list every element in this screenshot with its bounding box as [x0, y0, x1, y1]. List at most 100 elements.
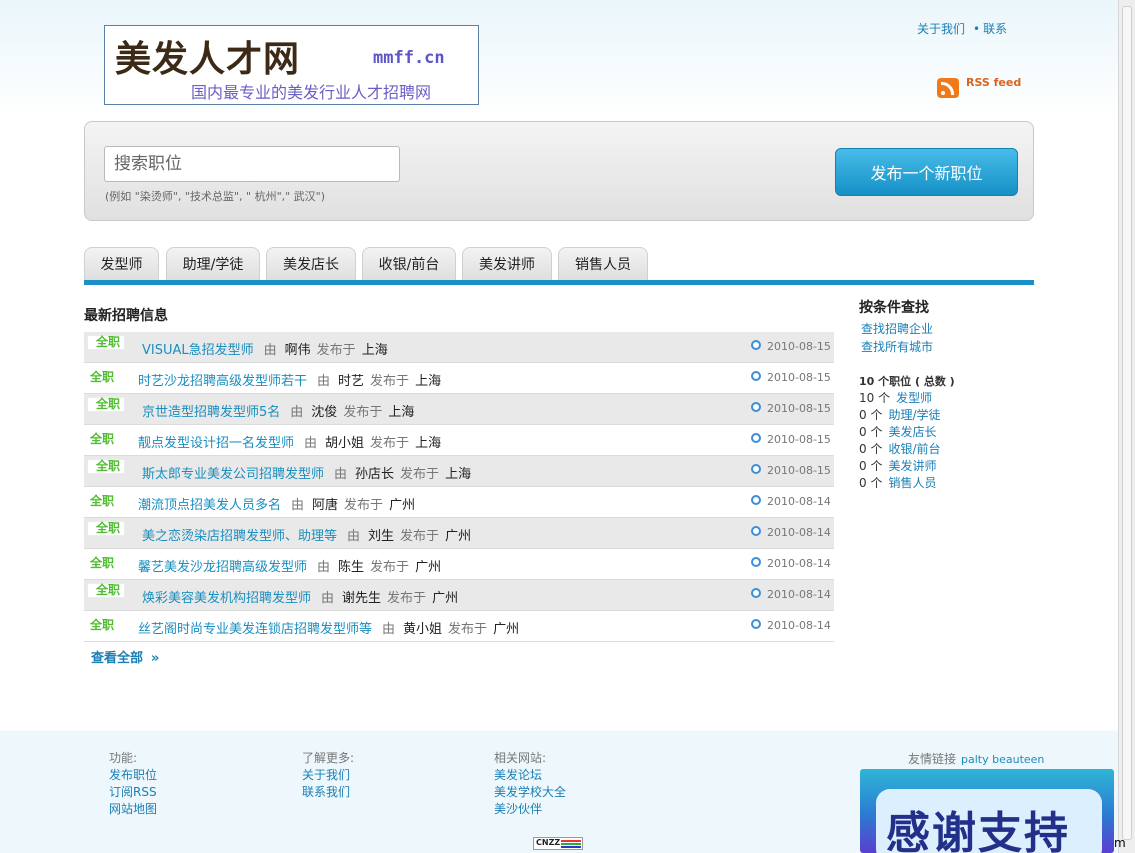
- job-date: 2010-08-14: [767, 526, 831, 539]
- tab-sales[interactable]: 销售人员: [558, 247, 648, 281]
- job-line: VISUAL急招发型师由啊伟 发布于 上海: [142, 339, 388, 358]
- job-type-badge: 全职: [90, 618, 115, 632]
- job-title-link[interactable]: 京世造型招聘发型师5名: [142, 405, 280, 420]
- job-type-badge: 全职: [88, 398, 125, 411]
- job-type-badge: 全职: [90, 556, 115, 570]
- job-company: 时艺: [338, 374, 365, 389]
- job-line: 时艺沙龙招聘高级发型师若干由时艺 发布于 上海: [138, 370, 441, 389]
- posted-label: 发布于: [370, 436, 410, 451]
- footer-link-contact[interactable]: 联系我们: [302, 784, 354, 801]
- job-city: 广州: [445, 529, 472, 544]
- posted-label: 发布于: [448, 622, 488, 637]
- vertical-scrollbar[interactable]: [1118, 0, 1135, 853]
- job-title-link[interactable]: 潮流顶点招美发人员多名: [138, 498, 281, 513]
- footer-link-rss[interactable]: 订阅RSS: [109, 784, 157, 801]
- view-all-arrow: »: [151, 651, 160, 666]
- by-label: 由: [317, 560, 331, 575]
- by-label: 由: [290, 405, 304, 420]
- posted-label: 发布于: [400, 467, 440, 482]
- contact-link[interactable]: 联系: [983, 22, 1007, 36]
- job-title-link[interactable]: VISUAL急招发型师: [142, 343, 254, 358]
- total-count: 10 个职位 ( 总数 ): [859, 375, 955, 388]
- category-link[interactable]: 销售人员: [888, 476, 936, 490]
- posted-label: 发布于: [344, 498, 384, 513]
- job-row: 全职 VISUAL急招发型师由啊伟 发布于 上海 2010-08-15: [84, 332, 834, 363]
- footer-link-about[interactable]: 关于我们: [302, 767, 354, 784]
- tab-manager[interactable]: 美发店长: [266, 247, 356, 281]
- tab-stylist[interactable]: 发型师: [84, 247, 159, 281]
- job-title-link[interactable]: 斯太郎专业美发公司招聘发型师: [142, 467, 324, 482]
- job-city: 上海: [445, 467, 472, 482]
- logo-brand: 美发人才网: [115, 39, 301, 80]
- edge-text: m: [1114, 836, 1126, 850]
- footer-more: 了解更多: 关于我们 联系我们: [302, 750, 354, 801]
- post-job-button[interactable]: 发布一个新职位: [835, 148, 1018, 196]
- job-title-link[interactable]: 时艺沙龙招聘高级发型师若干: [138, 374, 307, 389]
- thanks-banner[interactable]: 感谢支持: [860, 769, 1114, 853]
- view-all: 查看全部 »: [91, 647, 159, 666]
- by-label: 由: [317, 374, 331, 389]
- footer-link-post-job[interactable]: 发布职位: [109, 767, 157, 784]
- footer-link-forum[interactable]: 美发论坛: [494, 767, 566, 784]
- category-count: 10 个: [859, 391, 891, 405]
- job-city: 上海: [361, 343, 388, 358]
- job-title-link[interactable]: 丝艺阁时尚专业美发连锁店招聘发型师等: [138, 622, 372, 637]
- counter-text: CNZZ: [536, 838, 561, 847]
- job-company: 黄小姐: [403, 622, 443, 637]
- logo-domain: mmff.cn: [373, 48, 445, 68]
- job-title-link[interactable]: 美之恋烫染店招聘发型师、助理等: [142, 529, 337, 544]
- category-link[interactable]: 发型师: [896, 391, 932, 405]
- search-input[interactable]: [104, 146, 400, 182]
- job-company: 啊伟: [284, 343, 311, 358]
- logo-slogan: 国内最专业的美发行业人才招聘网: [191, 83, 432, 102]
- by-label: 由: [291, 498, 305, 513]
- find-companies-link[interactable]: 查找招聘企业: [861, 320, 933, 338]
- search-hint: (例如 "染烫师", "技术总监", " 杭州"," 武汉"): [105, 190, 326, 203]
- site-logo[interactable]: 美发人才网 mmff.cn 国内最专业的美发行业人才招聘网: [104, 25, 479, 105]
- about-us-link[interactable]: 关于我们: [917, 22, 965, 36]
- category-count-row: 10 个发型师: [859, 390, 955, 407]
- posted-label: 发布于: [387, 591, 427, 606]
- category-link[interactable]: 助理/学徒: [888, 408, 940, 422]
- job-date: 2010-08-15: [767, 402, 831, 415]
- category-count-row: 0 个助理/学徒: [859, 407, 955, 424]
- clock-icon: [751, 619, 761, 629]
- find-cities-link[interactable]: 查找所有城市: [861, 338, 933, 356]
- category-link[interactable]: 收银/前台: [888, 442, 940, 456]
- friend-links: 友情链接 palty beauteen: [908, 750, 1044, 767]
- category-count-row: 0 个美发讲师: [859, 458, 955, 475]
- tab-cashier[interactable]: 收银/前台: [362, 247, 456, 281]
- tab-assistant[interactable]: 助理/学徒: [166, 247, 260, 281]
- by-label: 由: [334, 467, 348, 482]
- category-count: 0 个: [859, 442, 883, 456]
- category-link[interactable]: 美发店长: [888, 425, 936, 439]
- tab-lecturer[interactable]: 美发讲师: [462, 247, 552, 281]
- job-line: 靓点发型设计招一名发型师由胡小姐 发布于 上海: [138, 432, 441, 451]
- posted-label: 发布于: [370, 560, 410, 575]
- by-label: 由: [382, 622, 396, 637]
- category-count-row: 0 个销售人员: [859, 475, 955, 492]
- job-type-badge: 全职: [88, 522, 125, 535]
- job-city: 广州: [493, 622, 520, 637]
- cnzz-counter-badge[interactable]: CNZZ: [533, 837, 583, 850]
- friend-link[interactable]: palty beauteen: [961, 753, 1044, 766]
- scrollbar-thumb[interactable]: [1122, 6, 1132, 840]
- job-title-link[interactable]: 馨艺美发沙龙招聘高级发型师: [138, 560, 307, 575]
- footer-link-partners[interactable]: 美沙伙伴: [494, 801, 566, 818]
- by-label: 由: [347, 529, 361, 544]
- footer-link-schools[interactable]: 美发学校大全: [494, 784, 566, 801]
- category-count: 0 个: [859, 408, 883, 422]
- category-link[interactable]: 美发讲师: [888, 459, 936, 473]
- job-list: 全职 VISUAL急招发型师由啊伟 发布于 上海 2010-08-15 全职 时艺沙龙招聘高…: [84, 332, 834, 642]
- footer-link-sitemap[interactable]: 网站地图: [109, 801, 157, 818]
- posted-label: 发布于: [370, 374, 410, 389]
- job-company: 孙店长: [355, 467, 395, 482]
- job-row: 全职 靓点发型设计招一名发型师由胡小姐 发布于 上海 2010-08-15: [84, 425, 834, 456]
- job-title-link[interactable]: 靓点发型设计招一名发型师: [138, 436, 294, 451]
- view-all-link[interactable]: 查看全部: [91, 651, 143, 666]
- clock-icon: [751, 371, 761, 381]
- by-label: 由: [321, 591, 335, 606]
- top-links: 关于我们 • 联系: [917, 20, 1007, 37]
- job-type-badge: 全职: [90, 494, 115, 508]
- job-title-link[interactable]: 焕彩美容美发机构招聘发型师: [142, 591, 311, 606]
